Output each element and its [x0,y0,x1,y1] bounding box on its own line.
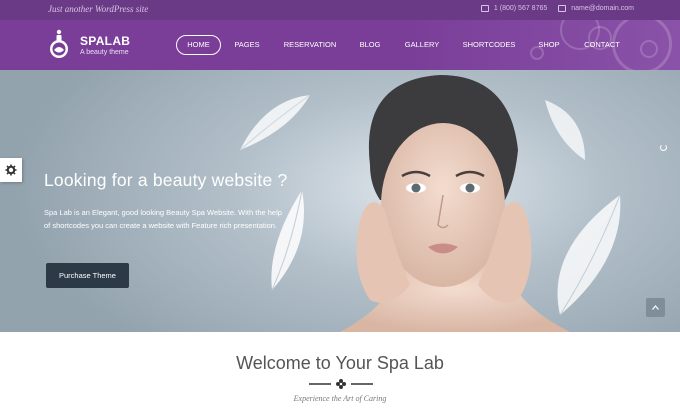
site-tagline: Just another WordPress site [48,4,149,14]
scroll-to-top-button[interactable] [646,298,665,317]
welcome-title: Welcome to Your Spa Lab [236,353,444,373]
site-header: SPALAB A beauty theme HOME PAGES RESERVA… [0,20,680,70]
email-icon [558,5,567,12]
phone-icon [480,5,489,12]
email-address[interactable]: name@domain.com [571,5,634,12]
loading-icon [660,144,667,151]
hero-banner: Looking for a beauty website ? Spa Lab i… [0,70,680,332]
top-bar: Just another WordPress site 1 (800) 567 … [0,0,680,20]
flower-divider [309,379,373,389]
phone-number[interactable]: 1 (800) 567 8765 [494,5,547,12]
hero-description: Spa Lab is an Elegant, good looking Beau… [44,208,282,230]
nav-gallery[interactable]: GALLERY [400,35,444,55]
contact-info: 1 (800) 567 8765 name@domain.com [480,5,634,12]
main-nav: HOME PAGES RESERVATION BLOG GALLERY SHOR… [0,35,680,55]
nav-shortcodes[interactable]: SHORTCODES [458,35,520,55]
nav-reservation[interactable]: RESERVATION [278,35,342,55]
hero-title: Looking for a beauty website ? [44,170,288,190]
nav-pages[interactable]: PAGES [229,35,265,55]
nav-home[interactable]: HOME [176,35,221,55]
settings-toggle[interactable] [0,158,22,182]
gear-icon [5,164,17,176]
hero-portrait-image [340,75,570,332]
arrow-up-icon [652,305,659,310]
nav-blog[interactable]: BLOG [354,35,386,55]
flower-icon [336,379,346,389]
welcome-subtitle: Experience the Art of Caring [293,394,387,403]
purchase-theme-button[interactable]: Purchase Theme [46,263,129,288]
nav-shop[interactable]: SHOP [532,35,566,55]
nav-contact[interactable]: CONTACT [578,35,626,55]
